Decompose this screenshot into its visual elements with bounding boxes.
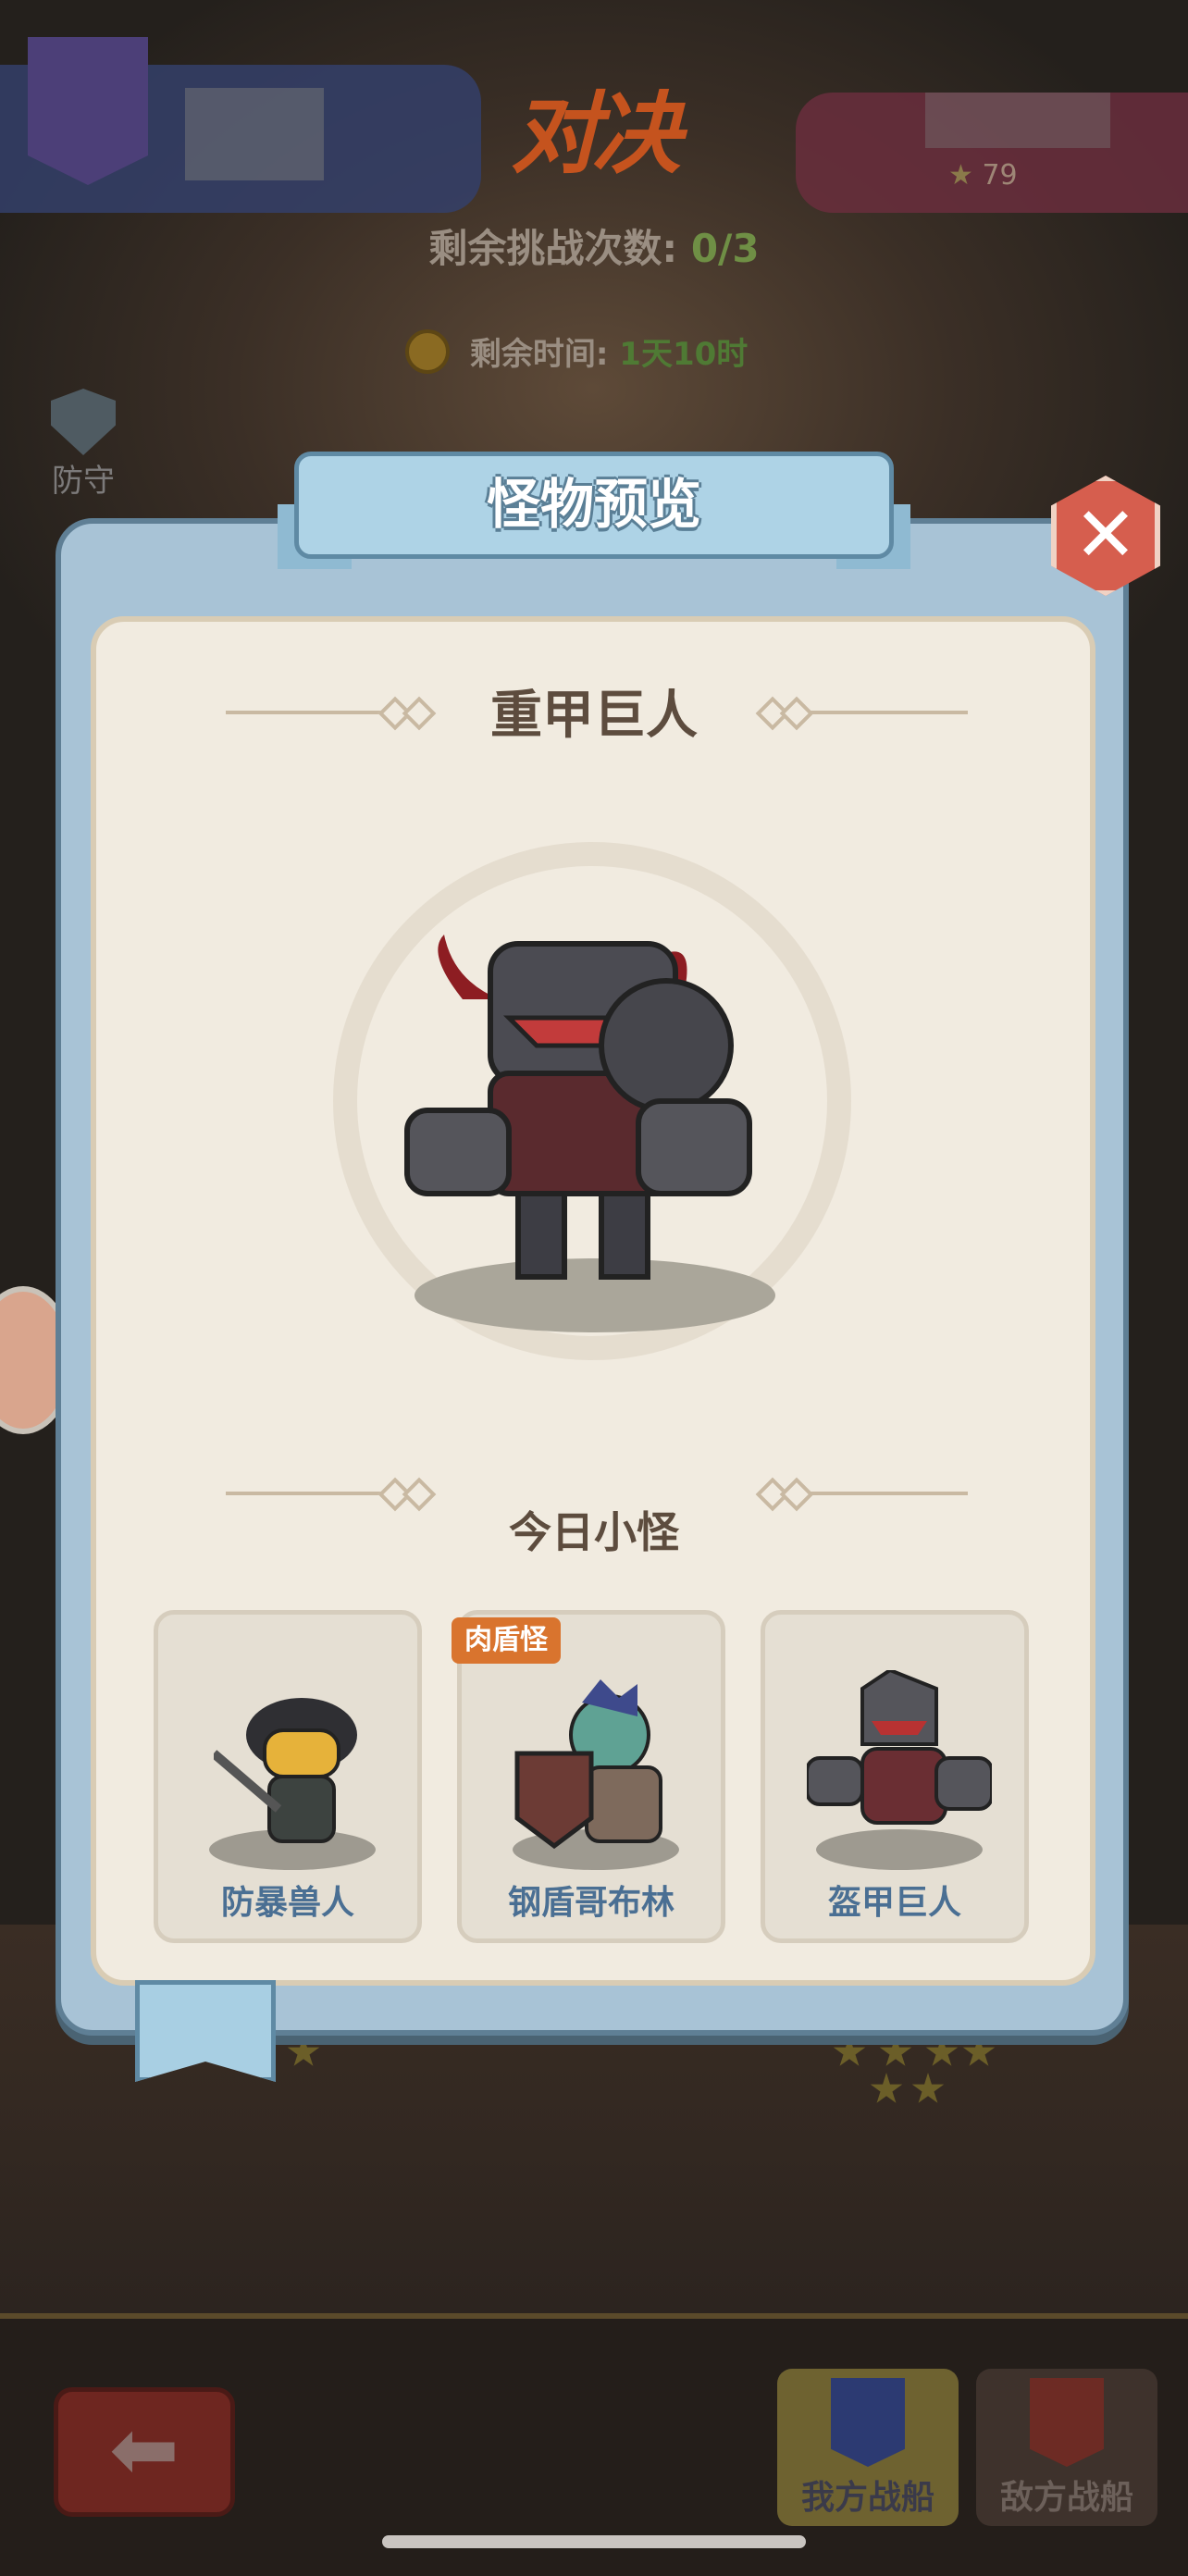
opponent-star-value: 79 — [982, 159, 1018, 192]
minion-sprite — [514, 1679, 662, 1850]
divider-right — [811, 1492, 968, 1495]
crown-crest-icon — [831, 2378, 905, 2467]
divider-left — [226, 1492, 383, 1495]
modal-title: 怪物预览 — [294, 452, 894, 559]
remaining-time: 剩余时间: 1天10时 — [407, 328, 748, 374]
time-label: 剩余时间: — [469, 336, 609, 373]
minions-title: 今日小怪 — [509, 1507, 679, 1557]
challenges-value: 0/3 — [690, 226, 760, 271]
defense-button[interactable]: 防守 — [44, 389, 122, 500]
my-ship-button[interactable]: 我方战船 — [777, 2369, 959, 2526]
minion-sprite — [807, 1670, 992, 1825]
boss-name: 重甲巨人 — [490, 686, 698, 746]
minion-name: 盔甲巨人 — [827, 1884, 961, 1922]
challenges-label: 剩余挑战次数: — [428, 226, 678, 271]
close-icon: ✕ — [1073, 491, 1138, 579]
crown-crest-icon — [1030, 2378, 1104, 2467]
player-name-censored — [185, 88, 324, 180]
defense-label: 防守 — [52, 463, 115, 500]
back-button[interactable]: ⬅ — [54, 2387, 235, 2517]
shield-icon — [51, 389, 116, 455]
opponent-name-censored — [925, 93, 1110, 148]
star-icon: ★ — [948, 159, 973, 192]
remaining-challenges: 剩余挑战次数: 0/3 — [0, 217, 1188, 274]
vs-title: 对决 — [511, 82, 681, 186]
enemy-ship-button[interactable]: 敌方战船 — [976, 2369, 1157, 2526]
home-indicator[interactable] — [382, 2535, 806, 2548]
enemy-ship-label: 敌方战船 — [999, 2479, 1133, 2517]
minion-card[interactable]: 防暴兽人 — [154, 1610, 422, 1943]
opponent-star-score: ★ 79 — [948, 159, 1018, 192]
player-guild-emblem — [28, 37, 148, 185]
my-ship-label: 我方战船 — [800, 2479, 934, 2517]
minion-name: 防暴兽人 — [220, 1884, 354, 1922]
arrow-left-icon: ⬅ — [109, 2401, 179, 2498]
minion-card[interactable]: 盔甲巨人 — [761, 1610, 1029, 1943]
minion-name: 钢盾哥布林 — [507, 1884, 674, 1922]
tank-tag: 肉盾怪 — [452, 1617, 561, 1664]
minion-sprite — [214, 1698, 357, 1843]
time-value: 1天10时 — [619, 336, 749, 373]
boss-sprite — [404, 935, 752, 1280]
